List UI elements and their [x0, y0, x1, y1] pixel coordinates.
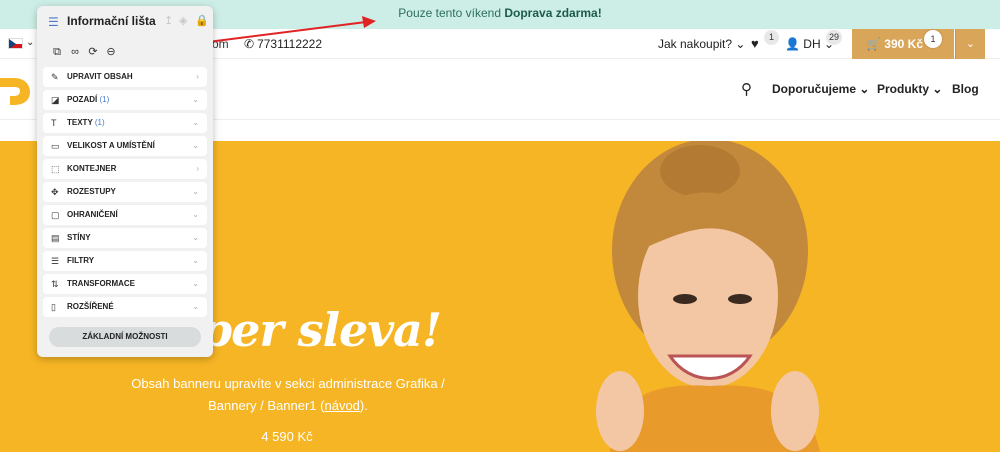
- chevron-down-icon: ⌄: [192, 95, 199, 104]
- move-icon[interactable]: ◈: [179, 14, 187, 27]
- section-filters[interactable]: ☰ FILTRY ⌄: [43, 251, 207, 271]
- section-border[interactable]: ▢ OHRANIČENÍ ⌄: [43, 205, 207, 225]
- pencil-icon: ✎: [51, 72, 59, 82]
- basic-options-button[interactable]: ZÁKLADNÍ MOŽNOSTI: [49, 327, 201, 347]
- filter-icon: ☰: [51, 256, 60, 266]
- remove-icon[interactable]: ⊖: [103, 45, 119, 58]
- section-edit-content[interactable]: ✎ UPRAVIT OBSAH ›: [43, 67, 207, 87]
- lock-icon[interactable]: 🔒: [195, 14, 209, 27]
- paint-bucket-icon: ◪: [51, 95, 60, 105]
- chevron-down-icon: ⌄: [192, 187, 199, 196]
- cart-total: 390 Kč: [884, 37, 923, 51]
- chevron-right-icon: ›: [196, 72, 199, 81]
- section-transform[interactable]: ⇅ TRANSFORMACE ⌄: [43, 274, 207, 294]
- chevron-down-icon: ⌄: [192, 279, 199, 288]
- info-bar-highlight: Doprava zdarma!: [504, 6, 602, 20]
- size-icon: ▭: [51, 141, 60, 151]
- refresh-icon[interactable]: ⟳: [85, 45, 101, 58]
- banner-price: 4 590 Kč: [261, 429, 313, 444]
- chevron-down-icon: ⌄: [192, 302, 199, 311]
- banner-description-line1: Obsah banneru upravíte v sekci administr…: [131, 376, 445, 391]
- container-icon: ⬚: [51, 164, 60, 174]
- wishlist-count-badge: 1: [764, 30, 779, 45]
- user-count-badge: 29: [826, 30, 843, 45]
- border-icon: ▢: [51, 210, 60, 220]
- banner-description: Obsah banneru upravíte v sekci administr…: [118, 373, 458, 417]
- section-size-position[interactable]: ▭ VELIKOST A UMÍSTĚNÍ ⌄: [43, 136, 207, 156]
- advanced-icon: ▯: [51, 302, 56, 312]
- copy-icon[interactable]: ⧉: [49, 46, 65, 59]
- nav-item-products[interactable]: Produkty ⌄: [877, 82, 942, 96]
- wishlist-heart-icon[interactable]: ♥: [751, 36, 759, 51]
- editor-panel-title: Informační lišta: [67, 14, 156, 28]
- editor-panel-header: ☰ Informační lišta ↥ ◈ 🔒: [37, 6, 213, 36]
- banner-description-line2-start: Bannery / Banner1 (: [208, 398, 325, 413]
- text-icon: T: [51, 118, 57, 128]
- how-to-buy-menu[interactable]: Jak nakoupit? ⌄: [658, 37, 745, 51]
- shadow-icon: ▤: [51, 233, 60, 243]
- chevron-down-icon: ⌄: [192, 141, 199, 150]
- section-background[interactable]: ◪ POZADÍ (1) ⌄: [43, 90, 207, 110]
- info-bar-text: Pouze tento víkend: [398, 6, 505, 20]
- cart-count-badge: 1: [924, 30, 942, 48]
- editor-toolbar: ⧉ ∞ ⟳ ⊖: [49, 42, 121, 60]
- section-container[interactable]: ⬚ KONTEJNER ›: [43, 159, 207, 179]
- cart-dropdown-chevron-icon[interactable]: ⌄: [955, 29, 985, 59]
- chevron-down-icon: ⌄: [192, 210, 199, 219]
- cart-icon: 🛒: [866, 37, 881, 51]
- user-icon: 👤: [785, 37, 800, 51]
- nav-item-recommended[interactable]: Doporučujeme ⌄: [772, 82, 869, 96]
- move-up-icon[interactable]: ↥: [164, 14, 173, 27]
- section-spacing[interactable]: ✥ ROZESTUPY ⌄: [43, 182, 207, 202]
- search-icon[interactable]: ⚲: [741, 80, 752, 98]
- section-texts[interactable]: T TEXTY (1) ⌄: [43, 113, 207, 133]
- banner-description-line2-end: ).: [359, 398, 368, 413]
- chevron-down-icon: ⌄: [192, 233, 199, 242]
- transform-icon: ⇅: [51, 279, 59, 289]
- chevron-down-icon: ⌄: [192, 118, 199, 127]
- nav-item-blog[interactable]: Blog: [952, 82, 979, 96]
- smiling-woman-image: [596, 141, 820, 452]
- chevron-right-icon: ›: [196, 164, 199, 173]
- spacing-icon: ✥: [51, 187, 59, 197]
- section-advanced[interactable]: ▯ ROZŠÍŘENÉ ⌄: [43, 297, 207, 317]
- link-icon[interactable]: ∞: [67, 46, 83, 58]
- banner-guide-link[interactable]: návod: [324, 398, 359, 413]
- logo[interactable]: [0, 74, 34, 108]
- menu-icon[interactable]: ☰: [48, 15, 59, 29]
- banner-headline: per sleva!: [200, 303, 442, 357]
- editor-panel: ☰ Informační lišta ↥ ◈ 🔒 ⧉ ∞ ⟳ ⊖ ✎ UPRAVIT O…: [37, 6, 213, 357]
- section-shadows[interactable]: ▤ STÍNY ⌄: [43, 228, 207, 248]
- chevron-down-icon: ⌄: [192, 256, 199, 265]
